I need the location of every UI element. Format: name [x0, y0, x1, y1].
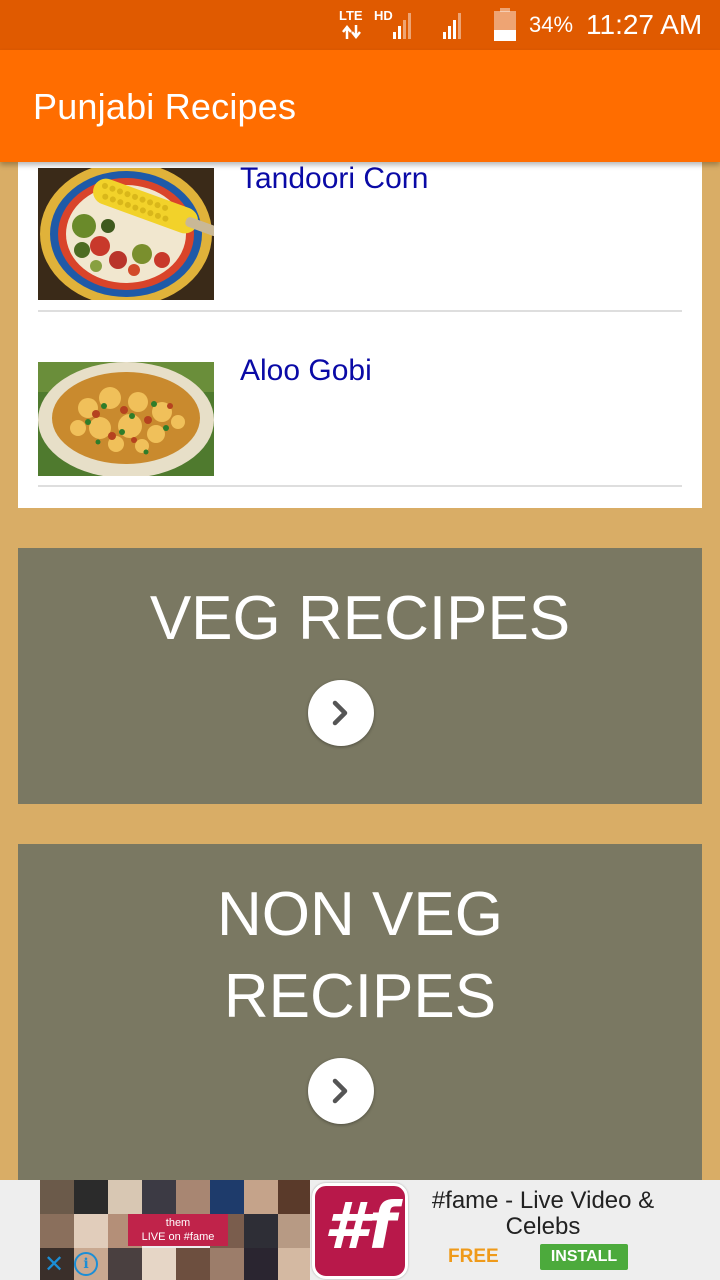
chevron-right-icon — [332, 1078, 348, 1104]
category-title: VEG RECIPES — [149, 584, 571, 653]
battery-percent: 34% — [529, 12, 574, 37]
ad-headline[interactable]: #fame - Live Video & Celebs — [420, 1188, 666, 1240]
signal-icon — [443, 13, 461, 39]
signal-icon — [393, 13, 411, 39]
ad-info-icon[interactable]: i — [74, 1252, 98, 1276]
aloo-gobi-photo[interactable] — [38, 362, 214, 476]
chevron-right-icon — [332, 700, 348, 726]
category-title-line1: NON VEG — [217, 880, 503, 949]
recipe-list[interactable]: Tandoori Corn Aloo Gobi — [18, 162, 702, 508]
veg-recipes-panel[interactable]: VEG RECIPES — [18, 548, 702, 804]
recipe-title[interactable]: Aloo Gobi — [240, 354, 372, 388]
ad-close-icon[interactable]: ✕ — [42, 1252, 66, 1276]
category-title-line2: RECIPES — [223, 962, 497, 1031]
ad-collage-text: LIVE on #fame — [141, 1231, 215, 1243]
non-veg-recipes-go-button[interactable] — [308, 1058, 374, 1124]
divider — [38, 485, 682, 487]
ad-collage-text: them — [165, 1217, 191, 1229]
app-icon-letter: #f — [323, 1190, 397, 1264]
recipe-item-aloo-gobi[interactable]: Aloo Gobi — [38, 312, 682, 482]
install-button[interactable]: INSTALL — [540, 1244, 628, 1270]
app-title: Punjabi Recipes — [33, 86, 297, 127]
status-bar: LTE HD 34% 11:27 AM — [0, 0, 720, 50]
ad-banner[interactable]: them LIVE on #fame ✕ i #f #fame - Live V… — [0, 1180, 720, 1280]
clock: 11:27 AM — [586, 9, 703, 40]
hd-label: HD — [374, 8, 393, 23]
app-bar: Punjabi Recipes — [0, 50, 720, 162]
recipe-item-tandoori-corn[interactable]: Tandoori Corn — [38, 162, 682, 312]
tandoori-corn-photo[interactable] — [38, 168, 214, 300]
recipe-title[interactable]: Tandoori Corn — [240, 162, 428, 196]
veg-recipes-go-button[interactable] — [308, 680, 374, 746]
ad-price: FREE — [448, 1246, 499, 1267]
non-veg-recipes-panel[interactable]: NON VEG RECIPES — [18, 844, 702, 1180]
ad-collage-label: them LIVE on #fame — [128, 1214, 228, 1246]
data-transfer-icon — [342, 24, 361, 40]
fame-app-icon[interactable]: #f — [312, 1183, 408, 1279]
battery-icon — [494, 8, 516, 41]
network-type-label: LTE — [339, 8, 363, 23]
